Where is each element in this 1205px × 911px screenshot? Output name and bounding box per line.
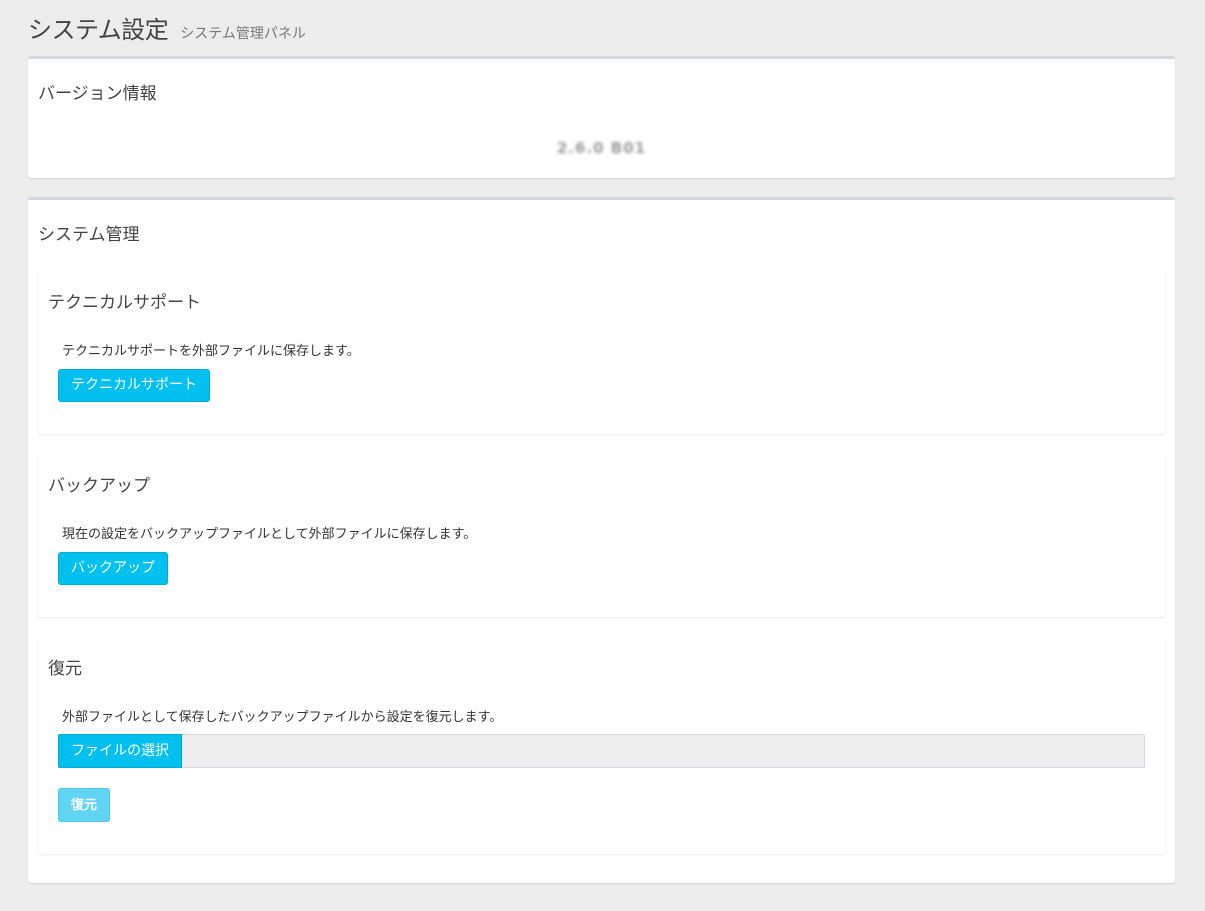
backup-description: 現在の設定をバックアップファイルとして外部ファイルに保存します。 <box>62 527 477 542</box>
restore-description: 外部ファイルとして保存したバックアップファイルから設定を復元します。 <box>62 710 503 725</box>
restore-button[interactable]: 復元 <box>58 788 111 822</box>
version-value: 2.6.0 B01 <box>556 139 647 157</box>
tech-support-section: テクニカルサポート テクニカルサポートを外部ファイルに保存します。 テクニカルサ… <box>38 270 1165 434</box>
system-management-title: システム管理 <box>38 225 140 245</box>
restore-section: 復元 外部ファイルとして保存したバックアップファイルから設定を復元します。 ファ… <box>38 636 1165 854</box>
page-header: システム設定 システム管理パネル <box>28 10 306 45</box>
tech-support-description: テクニカルサポートを外部ファイルに保存します。 <box>62 344 360 359</box>
version-info-box: バージョン情報 2.6.0 B01 <box>28 56 1175 178</box>
system-management-box: システム管理 テクニカルサポート テクニカルサポートを外部ファイルに保存します。… <box>28 197 1175 883</box>
page-title: システム設定 <box>28 16 169 44</box>
file-input[interactable]: ファイルの選択 <box>58 734 1145 768</box>
choose-file-button[interactable]: ファイルの選択 <box>58 734 182 768</box>
backup-title: バックアップ <box>48 476 150 496</box>
tech-support-title: テクニカルサポート <box>48 293 201 313</box>
backup-button[interactable]: バックアップ <box>58 552 168 585</box>
selected-file-name <box>182 735 1144 767</box>
version-info-title: バージョン情報 <box>38 84 157 104</box>
restore-title: 復元 <box>48 659 82 679</box>
page-subtitle: システム管理パネル <box>180 26 306 42</box>
backup-section: バックアップ 現在の設定をバックアップファイルとして外部ファイルに保存します。 … <box>38 453 1165 617</box>
tech-support-button[interactable]: テクニカルサポート <box>58 369 210 402</box>
